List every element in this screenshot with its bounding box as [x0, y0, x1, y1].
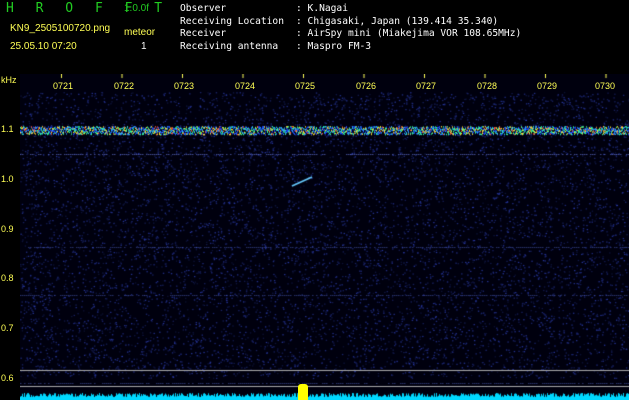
spectrogram-canvas [20, 74, 629, 400]
info-value: : Chigasaki, Japan (139.414 35.340) [296, 15, 499, 27]
y-tick-label: 1.0 [1, 174, 14, 184]
version-label: 1.0.0f [124, 3, 150, 14]
info-key: Receiving antenna [180, 40, 279, 52]
x-tick-label: 0722 [114, 81, 135, 91]
y-tick-label: 0.7 [1, 323, 14, 333]
x-tick-label: 0728 [477, 81, 498, 91]
mode-label: meteor [124, 27, 156, 38]
y-tick-label: 0.6 [1, 373, 14, 383]
x-tick-label: 0729 [537, 81, 558, 91]
y-tick-label: 0.8 [1, 273, 14, 283]
y-tick-label: 1.1 [1, 124, 14, 134]
info-value: : AirSpy mini (Miakejima VOR 108.65MHz) [296, 28, 522, 39]
info-row-receiver: Receiver : AirSpy mini (Miakejima VOR 108… [180, 28, 521, 41]
mode-value: 1 [141, 41, 147, 52]
info-key: Receiver [180, 28, 227, 39]
x-tick-label: 0723 [174, 81, 195, 91]
time-marker [298, 384, 308, 400]
y-tick-label: 0.9 [1, 224, 14, 234]
station-info: Observer : K.Nagai Receiving Location : Ch… [180, 3, 521, 53]
x-tick-label: 0727 [416, 81, 437, 91]
info-row-antenna: Receiving antenna : Maspro FM-3 [180, 41, 521, 54]
timestamp-label: 25.05.10 07:20 [10, 41, 77, 52]
x-tick-label: 0724 [235, 81, 256, 91]
spectrogram-plot [20, 74, 629, 400]
info-row-location: Receiving Location : Chigasaki, Japan (13… [180, 16, 521, 29]
info-value: : K.Nagai [296, 3, 348, 14]
info-value: : Maspro FM-3 [296, 40, 372, 52]
x-tick-label: 0730 [595, 81, 616, 91]
x-tick-label: 0721 [53, 81, 74, 91]
y-axis-unit: kHz [1, 75, 17, 85]
info-row-observer: Observer : K.Nagai [180, 3, 521, 16]
header-panel: H R O F F T 1.0.0f KN9_2505100720.png me… [0, 0, 629, 74]
info-key: Receiving Location [180, 15, 284, 27]
filename-label: KN9_2505100720.png [10, 23, 111, 34]
info-key: Observer [180, 3, 227, 14]
x-tick-label: 0726 [356, 81, 377, 91]
x-tick-label: 0725 [295, 81, 316, 91]
